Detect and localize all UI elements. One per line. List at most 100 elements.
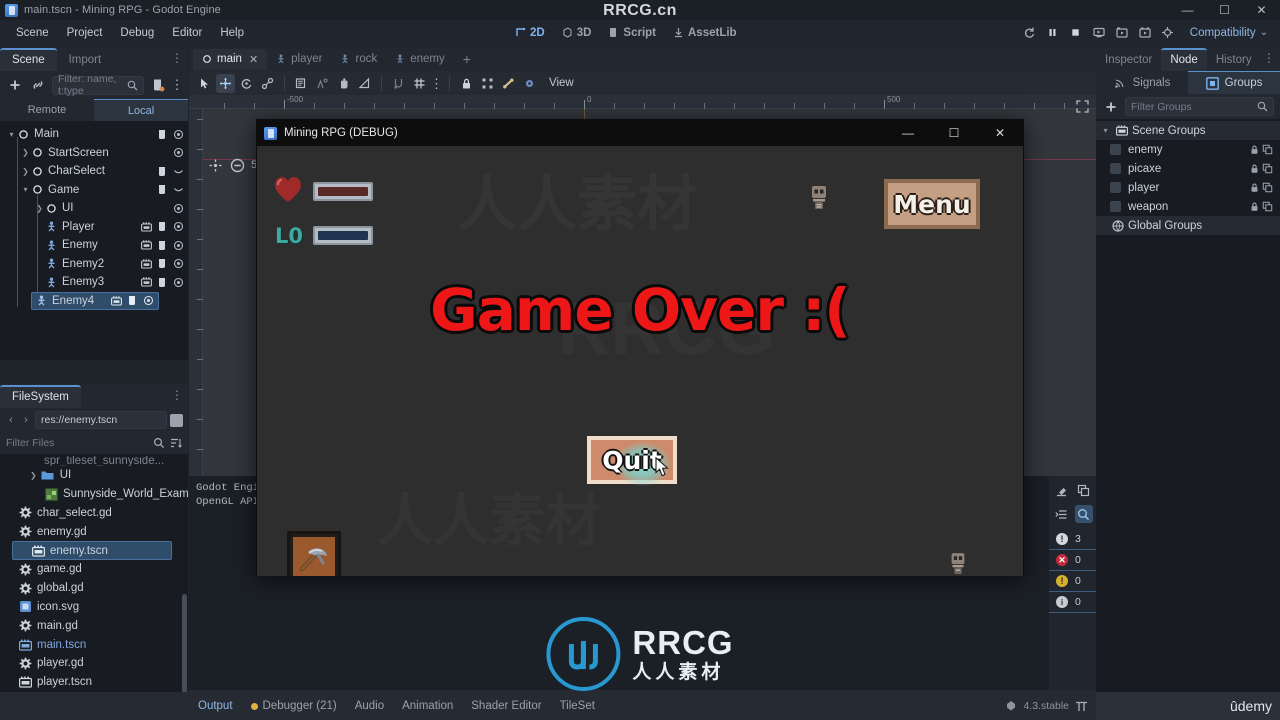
- toggle-split-mode-icon[interactable]: [170, 413, 183, 427]
- move-icon[interactable]: [216, 73, 235, 93]
- close-button[interactable]: ✕: [1243, 0, 1280, 20]
- run-project-icon[interactable]: [1088, 23, 1110, 43]
- file-row-main-tscn[interactable]: main.tscn: [0, 635, 188, 654]
- layout-icon[interactable]: [1075, 700, 1088, 713]
- copy-icon[interactable]: [1261, 181, 1274, 194]
- group-row-enemy[interactable]: enemy: [1096, 140, 1280, 159]
- copy-icon[interactable]: [1261, 200, 1274, 213]
- group-row-player[interactable]: player: [1096, 178, 1280, 197]
- run-specific-scene-icon[interactable]: [1134, 23, 1156, 43]
- pan-icon[interactable]: [334, 74, 353, 93]
- mode-3d-button[interactable]: 3D: [555, 24, 599, 42]
- animation-icon[interactable]: [140, 239, 152, 251]
- snap-mode-icon[interactable]: [389, 74, 408, 93]
- visibility-icon[interactable]: [172, 147, 184, 159]
- bottom-tab-animation[interactable]: Animation: [393, 696, 462, 716]
- expand-arrow-icon[interactable]: ▾: [1100, 126, 1111, 135]
- visibility-off-icon[interactable]: [172, 165, 184, 177]
- game-debug-window[interactable]: Mining RPG (DEBUG) — ☐ ✕ 人人素材 RRCG 人人素材 …: [256, 119, 1024, 576]
- scene-node-enemy2[interactable]: Enemy2: [0, 255, 188, 274]
- renderer-dropdown[interactable]: Compatibility ⌄: [1184, 24, 1274, 42]
- minimize-button[interactable]: —: [1169, 0, 1206, 20]
- file-row-enemy-gd[interactable]: enemy.gd: [0, 522, 188, 541]
- instance-child-scene-icon[interactable]: [29, 76, 47, 94]
- tab-import[interactable]: Import: [57, 50, 114, 71]
- visibility-icon[interactable]: [172, 202, 184, 214]
- search-icon[interactable]: [153, 437, 165, 449]
- visibility-icon[interactable]: [172, 221, 184, 233]
- visibility-icon[interactable]: [172, 276, 184, 288]
- lock-icon[interactable]: [1248, 143, 1261, 156]
- animation-icon[interactable]: [140, 276, 152, 288]
- game-close-button[interactable]: ✕: [977, 120, 1023, 146]
- zoom-out-icon[interactable]: [229, 157, 245, 173]
- tab-filesystem[interactable]: FileSystem: [0, 385, 81, 408]
- scene-node-startscreen[interactable]: ❯ StartScreen: [0, 144, 188, 163]
- smart-snap-icon[interactable]: [313, 74, 332, 93]
- close-icon[interactable]: ✕: [249, 53, 258, 66]
- select-icon[interactable]: [195, 74, 214, 93]
- mode-script-button[interactable]: Script: [601, 24, 663, 42]
- group-row-weapon[interactable]: weapon: [1096, 197, 1280, 216]
- game-minimize-button[interactable]: —: [885, 120, 931, 146]
- visibility-off-icon[interactable]: [172, 184, 184, 196]
- counter-editor[interactable]: i 0: [1049, 592, 1096, 613]
- animation-icon[interactable]: [110, 295, 122, 307]
- bottom-tab-shader-editor[interactable]: Shader Editor: [462, 696, 550, 716]
- counter-warnings[interactable]: ! 0: [1049, 571, 1096, 592]
- counter-info[interactable]: ! 3: [1049, 529, 1096, 550]
- group-checkbox[interactable]: [1110, 163, 1121, 174]
- scene-dock-menu-icon[interactable]: ⋮: [171, 52, 183, 64]
- file-row-partial-top[interactable]: spr_tileset_sunnyside...: [0, 456, 188, 466]
- bottom-tab-debugger[interactable]: Debugger (21): [242, 696, 346, 716]
- nav-forward-icon[interactable]: ›: [20, 414, 32, 426]
- bottom-tab-tileset[interactable]: TileSet: [551, 696, 604, 716]
- global-groups-header[interactable]: Global Groups: [1096, 216, 1280, 235]
- snap-options-icon[interactable]: ⋮: [430, 74, 443, 93]
- clear-output-icon[interactable]: [1053, 481, 1071, 499]
- file-row-game-gd[interactable]: game.gd: [0, 560, 188, 579]
- scene-tab-main[interactable]: main ✕: [193, 48, 268, 70]
- bottom-tab-audio[interactable]: Audio: [346, 696, 393, 716]
- file-row-icon-svg[interactable]: icon.svg: [0, 598, 188, 617]
- run-scene-icon[interactable]: [1111, 23, 1133, 43]
- filesystem-menu-icon[interactable]: ⋮: [171, 389, 183, 401]
- lock-icon[interactable]: [457, 74, 476, 93]
- scale-icon[interactable]: [258, 74, 277, 93]
- filesystem-path-value[interactable]: res://enemy.tscn: [35, 411, 167, 429]
- bone-icon[interactable]: [499, 74, 518, 93]
- script-icon[interactable]: [156, 184, 168, 196]
- more-options-icon[interactable]: ⋮: [171, 76, 184, 94]
- movie-writer-icon[interactable]: [1157, 23, 1179, 43]
- visibility-icon[interactable]: [142, 295, 154, 307]
- menu-help[interactable]: Help: [211, 24, 253, 42]
- scene-node-player[interactable]: Player: [0, 218, 188, 237]
- bottom-tab-output[interactable]: Output: [189, 696, 242, 716]
- tab-inspector[interactable]: Inspector: [1096, 50, 1161, 71]
- script-icon[interactable]: [156, 276, 168, 288]
- counter-errors[interactable]: ✕ 0: [1049, 550, 1096, 571]
- lock-icon[interactable]: [1248, 200, 1261, 213]
- tab-groups[interactable]: Groups: [1188, 71, 1280, 94]
- game-maximize-button[interactable]: ☐: [931, 120, 977, 146]
- grid-snap-icon[interactable]: [410, 74, 429, 93]
- menu-debug[interactable]: Debug: [111, 24, 163, 42]
- menu-project[interactable]: Project: [58, 24, 112, 42]
- scene-node-enemy[interactable]: Enemy: [0, 236, 188, 255]
- game-viewport[interactable]: 人人素材 RRCG 人人素材 L0 Menu: [257, 146, 1023, 576]
- copy-icon[interactable]: [1075, 481, 1093, 499]
- maximize-button[interactable]: ☐: [1206, 0, 1243, 20]
- visibility-icon[interactable]: [172, 239, 184, 251]
- lock-icon[interactable]: [1248, 162, 1261, 175]
- sort-icon[interactable]: [170, 437, 182, 449]
- tab-node[interactable]: Node: [1161, 48, 1207, 71]
- attach-script-icon[interactable]: [149, 76, 167, 94]
- skeleton-icon[interactable]: [520, 74, 539, 93]
- plus-icon[interactable]: [1102, 98, 1120, 116]
- script-icon[interactable]: [126, 295, 138, 307]
- reload-icon[interactable]: [1019, 23, 1041, 43]
- menu-editor[interactable]: Editor: [163, 24, 211, 42]
- inspector-menu-icon[interactable]: ⋮: [1263, 52, 1275, 64]
- nav-back-icon[interactable]: ‹: [5, 414, 17, 426]
- scene-node-enemy4[interactable]: Enemy4: [31, 291, 159, 310]
